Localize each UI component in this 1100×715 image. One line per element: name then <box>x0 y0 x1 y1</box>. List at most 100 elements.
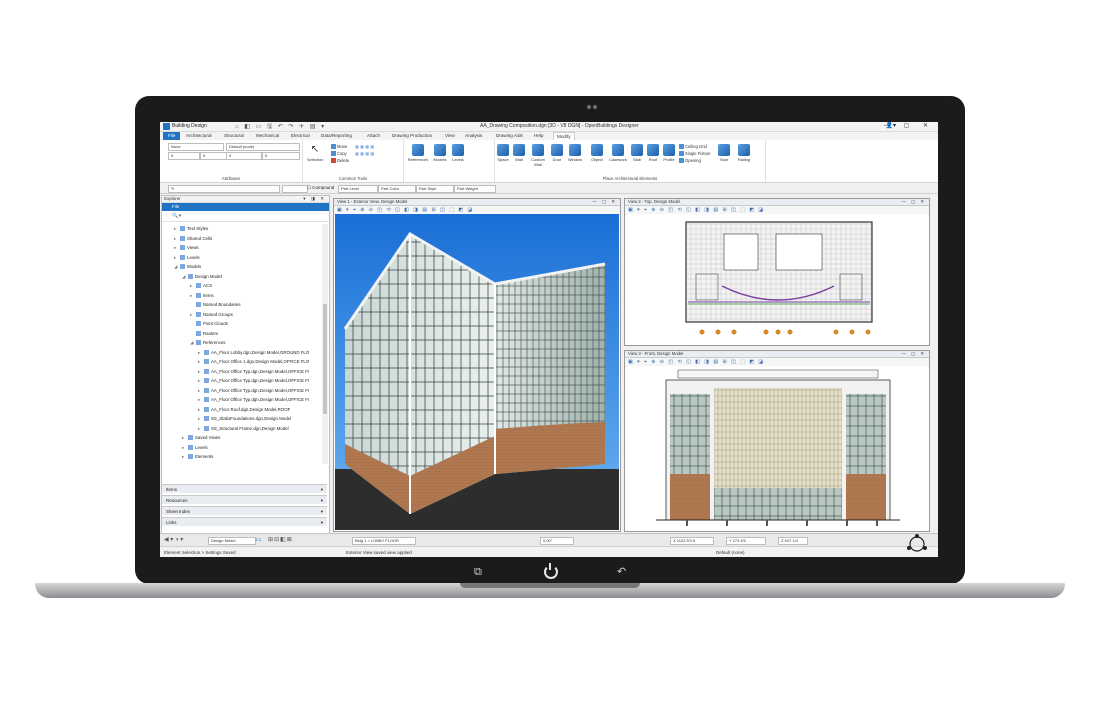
transparency-select[interactable]: 0 <box>262 152 300 160</box>
power-icon[interactable] <box>544 563 558 579</box>
tree-node[interactable]: ▸ Text Styles <box>162 224 320 234</box>
tree-node[interactable]: Named Boundaries <box>162 300 320 310</box>
view-2-controls[interactable]: — ▢ ✕ <box>902 199 926 205</box>
tab-architectural[interactable]: Architectural <box>186 133 212 138</box>
view-1-exterior[interactable]: View 1 - Exterior View, Design Model — ▢ … <box>333 198 621 532</box>
references-button[interactable]: References <box>406 144 430 162</box>
scrollbar-thumb[interactable] <box>323 304 327 414</box>
weight-select[interactable]: 0 <box>226 152 262 160</box>
models-button[interactable]: Models <box>432 144 448 162</box>
tree-node[interactable]: ▸ SS_SlabsFoundations.dgn,Design Model <box>162 414 320 424</box>
view-3-controls[interactable]: — ▢ ✕ <box>902 351 926 357</box>
color-select[interactable]: 0 <box>168 152 200 160</box>
window-controls[interactable]: — ▢ ✕ <box>884 122 934 129</box>
view-1-controls[interactable]: — ▢ ✕ <box>593 199 617 205</box>
copy-button[interactable]: Copy <box>331 151 347 157</box>
ceiling-grid-button[interactable]: Ceiling Grid <box>679 144 707 150</box>
tab-attach[interactable]: Attach <box>367 133 380 138</box>
panel-links[interactable]: Links ▾ <box>162 517 327 526</box>
tree-node[interactable]: ▸ AA_Floor Office 1.dgn,Design Model,OFFI… <box>162 357 320 367</box>
panel-resources[interactable]: Resources ▾ <box>162 495 327 504</box>
active-level-select[interactable]: Bldg 1 > LOBBY FLOOR <box>352 537 416 545</box>
object-button[interactable]: Object <box>588 144 606 162</box>
profile-button[interactable]: Profile <box>661 144 677 162</box>
explorer-controls[interactable]: ▾ ◨ ✕ <box>303 196 326 202</box>
tab-electrical[interactable]: Electrical <box>291 133 310 138</box>
style-select[interactable]: 0 <box>200 152 228 160</box>
element-type-select[interactable]: ✎ <box>168 185 280 193</box>
folder-icon[interactable]: 🗀 <box>166 213 171 219</box>
tab-modify[interactable]: Modify <box>553 132 575 140</box>
level-select[interactable]: None <box>168 143 224 151</box>
tree-node[interactable]: ▸ Elements <box>162 452 320 462</box>
workflow-selector[interactable]: Building Design <box>172 123 207 129</box>
compass-icon[interactable] <box>905 533 929 555</box>
recent-apps-icon[interactable]: ⧉ <box>474 567 482 578</box>
tree-node[interactable]: ▸ Named Groups <box>162 310 320 320</box>
opening-button[interactable]: Opening <box>679 158 701 164</box>
tree-node[interactable]: ▸ AA_Floor Office Typ.dgn,Design Model,OF… <box>162 376 320 386</box>
part-style-select[interactable]: Part Style <box>416 185 454 193</box>
levels-button[interactable]: Levels <box>450 144 466 162</box>
wall-button[interactable]: Wall <box>512 144 526 162</box>
tab-help[interactable]: Help <box>534 133 543 138</box>
default-template[interactable]: Default (none) <box>716 547 745 557</box>
tree-node[interactable]: ▸ Shared Cells <box>162 234 320 244</box>
tab-file[interactable]: File <box>163 132 181 140</box>
space-button[interactable]: Space <box>495 144 511 162</box>
railing-button[interactable]: Railing <box>735 144 753 162</box>
view-2-top[interactable]: View 2 - Top, Design Model — ▢ ✕ ▣ ▾ ⌖ ⊕ … <box>624 198 930 346</box>
tree-node[interactable]: ▸ AA_Floor Roof.dgn,Design Model,ROOF <box>162 405 320 415</box>
door-button[interactable]: Door <box>550 144 564 162</box>
casework-button[interactable]: Casework <box>608 144 628 162</box>
roof-button[interactable]: Roof <box>646 144 660 162</box>
modify-tools[interactable]: ▦ ▦ ▦ ▦ <box>355 151 374 156</box>
view-3-front[interactable]: View 3 - Front, Design Model — ▢ ✕ ▣ ▾ ⌖ … <box>624 350 930 532</box>
single-fixture-button[interactable]: Single Fixture <box>679 151 711 157</box>
slab-button[interactable]: Slab <box>630 144 644 162</box>
template-select[interactable]: Default (none) <box>226 143 300 151</box>
tab-structural[interactable]: Structural <box>224 133 244 138</box>
tree-node[interactable]: ▸ AA_Floor Office Typ.dgn,Design Model,OF… <box>162 386 320 396</box>
tab-drawing-production[interactable]: Drawing Production <box>392 133 432 138</box>
quick-access-toolbar[interactable]: ⌂ ◧ ▭ 🖫 ↶ ↷ ✈ ▤ ▾ <box>235 122 326 132</box>
panel-items[interactable]: Items ▾ <box>162 484 327 493</box>
explorer-scrollbar[interactable] <box>322 224 328 464</box>
tree-node[interactable]: ▸ AA_Floor Office Typ.dgn,Design Model,OF… <box>162 395 320 405</box>
explorer-file-tab[interactable]: File <box>162 203 329 211</box>
tree-node[interactable]: ▸ Levels <box>162 443 320 453</box>
search-icon[interactable]: 🔍▾ <box>172 213 181 219</box>
active-model-select[interactable]: Design Model <box>208 537 256 545</box>
tree-node[interactable]: ▸ Items <box>162 291 320 301</box>
panel-sheet-index[interactable]: Sheet Index ▾ <box>162 506 327 515</box>
tree-node[interactable]: ◢ Models <box>162 262 320 272</box>
tree-node[interactable]: ◢ Design Model <box>162 272 320 282</box>
view-2-canvas[interactable] <box>626 214 928 344</box>
view-1-canvas[interactable] <box>335 214 619 530</box>
tree-node[interactable]: ▸ Levels <box>162 253 320 263</box>
curtain-wall-button[interactable]: Custom Wall <box>528 144 548 167</box>
tab-data-reporting[interactable]: Data/Reporting <box>321 133 352 138</box>
move-button[interactable]: Move <box>331 144 347 150</box>
tree-node[interactable]: Rasters <box>162 329 320 339</box>
scale-indicator[interactable]: 1:1 <box>255 537 261 542</box>
status-tools[interactable]: ⊞⊟◧⊠ <box>268 536 293 543</box>
class-select[interactable] <box>282 185 308 193</box>
tree-node[interactable]: ▸ ACS <box>162 281 320 291</box>
tab-mechanical[interactable]: Mechanical <box>256 133 279 138</box>
tab-analysis[interactable]: Analysis <box>465 133 482 138</box>
tree-node[interactable]: ▸ Saved Views <box>162 433 320 443</box>
manipulate-tools[interactable]: ▦ ▦ ▦ ▦ <box>355 144 374 149</box>
angle-field[interactable]: 0.00° <box>540 537 574 545</box>
view-3-canvas[interactable] <box>626 366 928 530</box>
nav-buttons[interactable]: ◀ ▾ ◑ ▾ <box>164 536 183 543</box>
selection-button[interactable]: ↖ Selection <box>307 144 323 162</box>
tree-node[interactable]: Point Clouds <box>162 319 320 329</box>
delete-button[interactable]: Delete <box>331 158 349 164</box>
tree-node[interactable]: ▸ AA_Floor Office Typ.dgn,Design Model,OF… <box>162 367 320 377</box>
tree-node[interactable]: ▸ Views <box>162 243 320 253</box>
stair-button[interactable]: Stair <box>717 144 731 162</box>
part-weight-select[interactable]: Part Weight <box>454 185 496 193</box>
window-button[interactable]: Window <box>566 144 584 162</box>
tab-drawing-aids[interactable]: Drawing Aids <box>496 133 523 138</box>
